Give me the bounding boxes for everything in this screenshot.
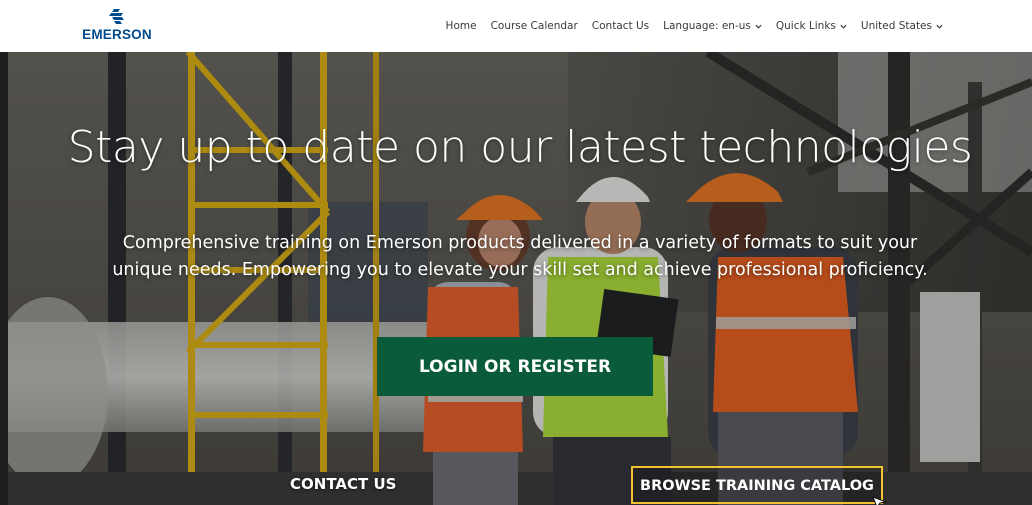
nav-home[interactable]: Home <box>446 20 477 32</box>
nav-quick-links-label: Quick Links <box>775 20 836 32</box>
hero-subtext: Comprehensive training on Emerson produc… <box>112 233 928 280</box>
hero-section: Stay up to date on our latest technologi… <box>0 52 1032 505</box>
hero-left-edge <box>0 52 8 505</box>
site-header: EMERSON Home Course Calendar Contact Us … <box>0 0 1032 52</box>
chevron-down-icon <box>840 24 847 29</box>
main-nav: Home Course Calendar Contact Us Language… <box>446 0 943 52</box>
nav-language-dropdown[interactable]: Language: en-us <box>663 20 762 32</box>
nav-contact-us-label: Contact Us <box>591 20 650 32</box>
login-or-register-button[interactable]: LOGIN OR REGISTER <box>377 337 653 396</box>
nav-home-label: Home <box>445 20 477 32</box>
emerson-logo[interactable]: EMERSON <box>78 9 156 43</box>
contact-us-link[interactable]: CONTACT US <box>290 475 400 497</box>
nav-country-dropdown[interactable]: United States <box>861 20 943 32</box>
nav-country-label: United States <box>860 20 932 32</box>
nav-language-label: Language: en-us <box>663 20 751 32</box>
nav-contact-us[interactable]: Contact Us <box>592 20 649 32</box>
hero-headline: Stay up to date on our latest technologi… <box>67 122 973 173</box>
chevron-down-icon <box>755 24 762 29</box>
mouse-cursor-icon <box>872 496 888 505</box>
emerson-logo-icon <box>109 9 124 24</box>
nav-course-calendar-label: Course Calendar <box>490 20 578 32</box>
nav-quick-links-dropdown[interactable]: Quick Links <box>776 20 847 32</box>
nav-course-calendar[interactable]: Course Calendar <box>491 20 578 32</box>
brand-name: EMERSON <box>82 27 152 42</box>
browse-training-catalog-button[interactable]: BROWSE TRAINING CATALOG <box>631 466 883 504</box>
chevron-down-icon <box>936 24 943 29</box>
